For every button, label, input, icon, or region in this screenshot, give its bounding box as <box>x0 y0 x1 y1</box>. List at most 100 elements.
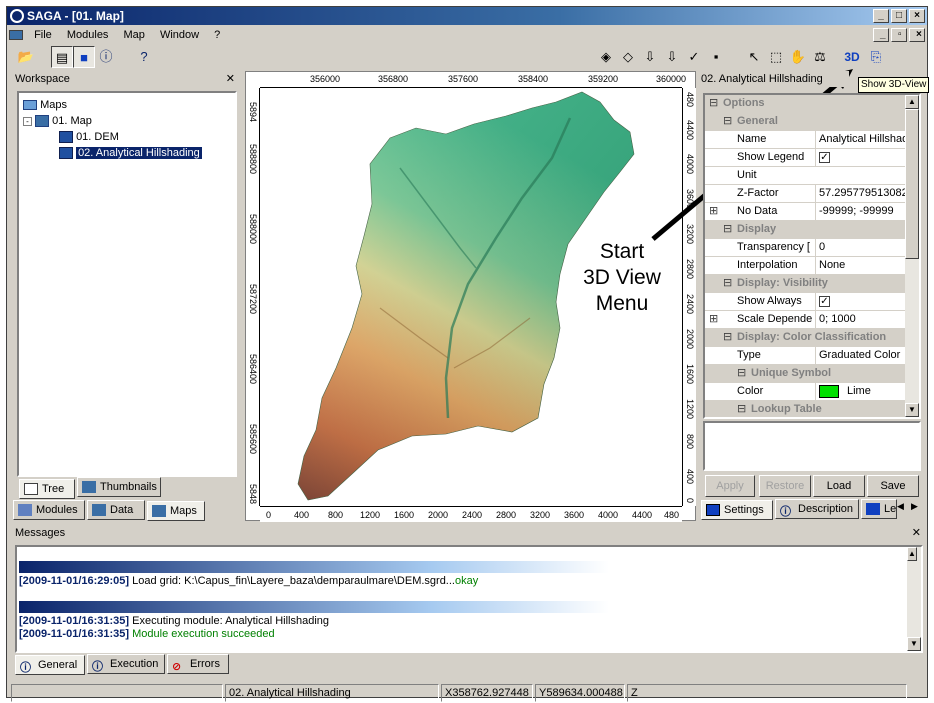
collapse-icon[interactable]: ⊟ <box>709 95 718 112</box>
property-row[interactable]: Z-Factor 57.295779513082 <box>705 185 907 203</box>
property-name: Show Always <box>737 295 802 307</box>
property-value[interactable]: Lime <box>815 383 907 400</box>
load-button[interactable]: Load <box>813 475 865 497</box>
property-value[interactable]: 0; 1000 <box>815 311 907 328</box>
property-row[interactable]: Interpolation None <box>705 257 907 275</box>
collapse-icon[interactable]: ⊟ <box>737 401 746 417</box>
property-category[interactable]: ⊟ Display: Visibility <box>705 275 907 293</box>
property-name: Show Legend <box>737 151 805 163</box>
property-row[interactable]: Type Graduated Color <box>705 347 907 365</box>
annotation-line-2: 3D View <box>583 266 661 289</box>
tab-description[interactable]: ⓘ Description <box>775 499 859 519</box>
collapse-icon[interactable]: ⊟ <box>723 275 732 292</box>
annotation-text: Start 3D View Menu <box>567 239 677 317</box>
message-line: [2009-11-01/16:31:35] Executing module: … <box>19 615 330 627</box>
property-row[interactable]: Show Always ✓ <box>705 293 907 311</box>
property-value[interactable]: -99999; -99999 <box>815 203 907 220</box>
annotation-line-3: Menu <box>595 292 649 315</box>
property-row[interactable]: Name Analytical Hillshadi <box>705 131 907 149</box>
property-value[interactable]: 57.295779513082 <box>815 185 907 202</box>
tab-legend[interactable]: Le <box>861 499 897 519</box>
status-y-coordinate: Y589634.000488 <box>535 684 625 702</box>
collapse-icon[interactable]: ⊟ <box>723 329 732 346</box>
scroll-down-icon[interactable]: ▼ <box>907 637 921 651</box>
property-row[interactable]: Show Legend ✓ <box>705 149 907 167</box>
property-name: Unit <box>737 169 757 181</box>
property-value[interactable]: 0 <box>815 239 907 256</box>
property-name: General <box>737 115 778 127</box>
checkbox-checked-icon[interactable]: ✓ <box>819 151 830 163</box>
general-info-icon: ⓘ <box>20 662 31 674</box>
property-name: Z-Factor <box>737 187 779 199</box>
description-icon: ⓘ <box>780 506 791 518</box>
tab-scroll-left-icon[interactable]: ◀ <box>897 501 909 512</box>
properties-grid: ⊟ Options ⊟ General Name Analytical Hillshadi… <box>703 93 921 419</box>
scroll-down-icon[interactable]: ▼ <box>905 403 919 417</box>
property-category[interactable]: ⊟ Unique Symbol <box>705 365 907 383</box>
properties-scrollbar[interactable]: ▲ ▼ <box>905 95 919 417</box>
messages-scrollbar[interactable]: ▲ ▼ <box>907 547 921 651</box>
scroll-thumb[interactable] <box>905 109 919 259</box>
legend-tab-icon <box>866 503 880 515</box>
messages-header: Messages ✕ <box>11 525 925 541</box>
property-name: Scale Depende <box>737 313 813 325</box>
property-name: Type <box>737 349 761 361</box>
property-value-text: 57.295779513082 <box>819 187 907 199</box>
messages-log: [2009-11-01/16:29:05] Load grid: K:\Capu… <box>15 545 923 653</box>
status-x-coordinate: X358762.927448 <box>441 684 533 702</box>
property-row[interactable]: ⊞ No Data -99999; -99999 <box>705 203 907 221</box>
property-name: Name <box>737 133 767 145</box>
restore-button[interactable]: Restore <box>759 475 811 497</box>
property-value[interactable]: Analytical Hillshadi <box>815 131 907 148</box>
annotation-line-1: Start <box>599 240 645 263</box>
property-row[interactable]: Transparency [ 0 <box>705 239 907 257</box>
scroll-up-icon[interactable]: ▲ <box>905 95 919 109</box>
property-category[interactable]: ⊟ Display <box>705 221 907 239</box>
expand-icon[interactable]: ⊞ <box>709 203 718 220</box>
message-line: [2009-11-01/16:31:35] Module execution s… <box>19 628 275 640</box>
tooltip: Show 3D-View <box>858 77 930 93</box>
property-category[interactable]: ⊟ General <box>705 113 907 131</box>
save-button[interactable]: Save <box>867 475 919 497</box>
tab-execution[interactable]: ⓘ Execution <box>87 654 165 674</box>
property-row[interactable]: ⊞ Scale Depende 0; 1000 <box>705 311 907 329</box>
checkbox-checked-icon[interactable]: ✓ <box>819 295 830 307</box>
expand-icon[interactable]: ⊞ <box>709 311 718 328</box>
property-value[interactable]: ✓ <box>815 149 907 166</box>
property-name: Color <box>737 385 764 397</box>
property-name: Transparency [ <box>737 241 810 253</box>
property-name: Interpolation <box>737 259 798 271</box>
property-value[interactable]: None <box>815 257 907 274</box>
properties-title: 02. Analytical Hillshading <box>701 73 823 85</box>
color-swatch[interactable] <box>819 384 839 398</box>
collapse-icon[interactable]: ⊟ <box>723 113 732 130</box>
property-row[interactable]: Unit <box>705 167 907 185</box>
property-value-text: None <box>819 259 846 271</box>
apply-button[interactable]: Apply <box>705 475 755 497</box>
property-value[interactable]: Graduated Color <box>815 347 907 364</box>
error-icon: ⊘ <box>172 661 182 673</box>
property-name: Display: Visibility <box>737 277 828 289</box>
property-value[interactable]: ✓ <box>815 293 907 310</box>
property-name: Options <box>723 97 765 109</box>
property-name: Lookup Table <box>751 403 822 415</box>
tab-scroll-right-icon[interactable]: ▶ <box>911 501 923 512</box>
tab-settings[interactable]: Settings <box>701 500 773 520</box>
property-name: Unique Symbol <box>751 367 832 379</box>
property-category[interactable]: ⊟ Lookup Table <box>705 401 907 417</box>
status-z-value: Z <box>627 684 907 702</box>
property-row[interactable]: Color Lime <box>705 383 907 401</box>
message-separator <box>19 561 609 573</box>
property-category[interactable]: ⊟ Options <box>705 95 907 113</box>
tab-general[interactable]: ⓘ General <box>15 655 85 675</box>
collapse-icon[interactable]: ⊟ <box>723 221 732 238</box>
tab-errors[interactable]: ⊘ Errors <box>167 654 229 674</box>
collapse-icon[interactable]: ⊟ <box>737 365 746 382</box>
close-messages-icon[interactable]: ✕ <box>912 525 921 541</box>
saga-window: SAGA - [01. Map] _ □ × File Modules Map … <box>6 6 930 702</box>
settings-icon <box>706 504 720 516</box>
property-name: Display <box>737 223 777 235</box>
property-category[interactable]: ⊟ Display: Color Classification <box>705 329 907 347</box>
scroll-up-icon[interactable]: ▲ <box>907 547 917 561</box>
property-value-text: Analytical Hillshadi <box>819 133 907 145</box>
